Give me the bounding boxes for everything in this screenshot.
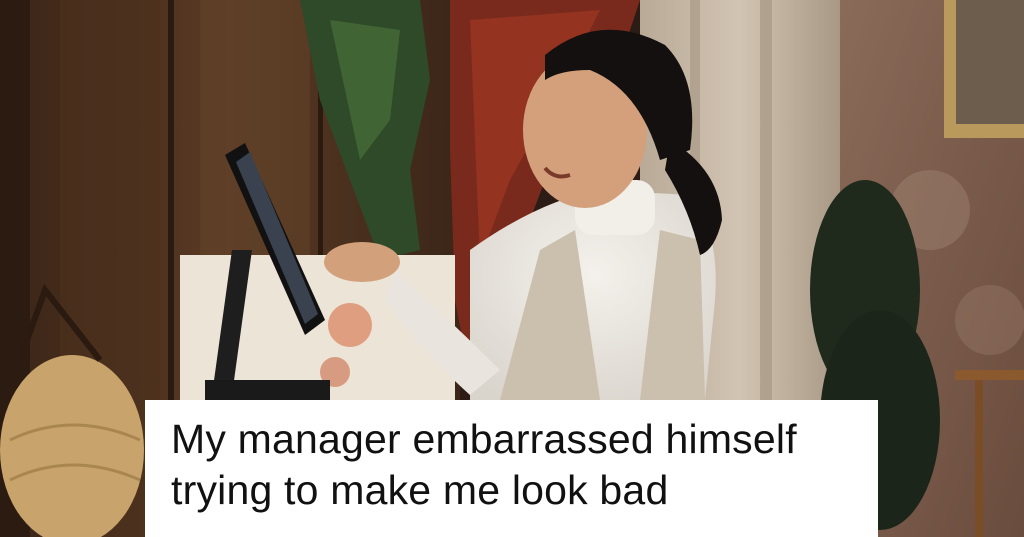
caption-text: My manager embarrassed himself trying to… — [171, 416, 797, 513]
caption-box: My manager embarrassed himself trying to… — [145, 400, 878, 537]
